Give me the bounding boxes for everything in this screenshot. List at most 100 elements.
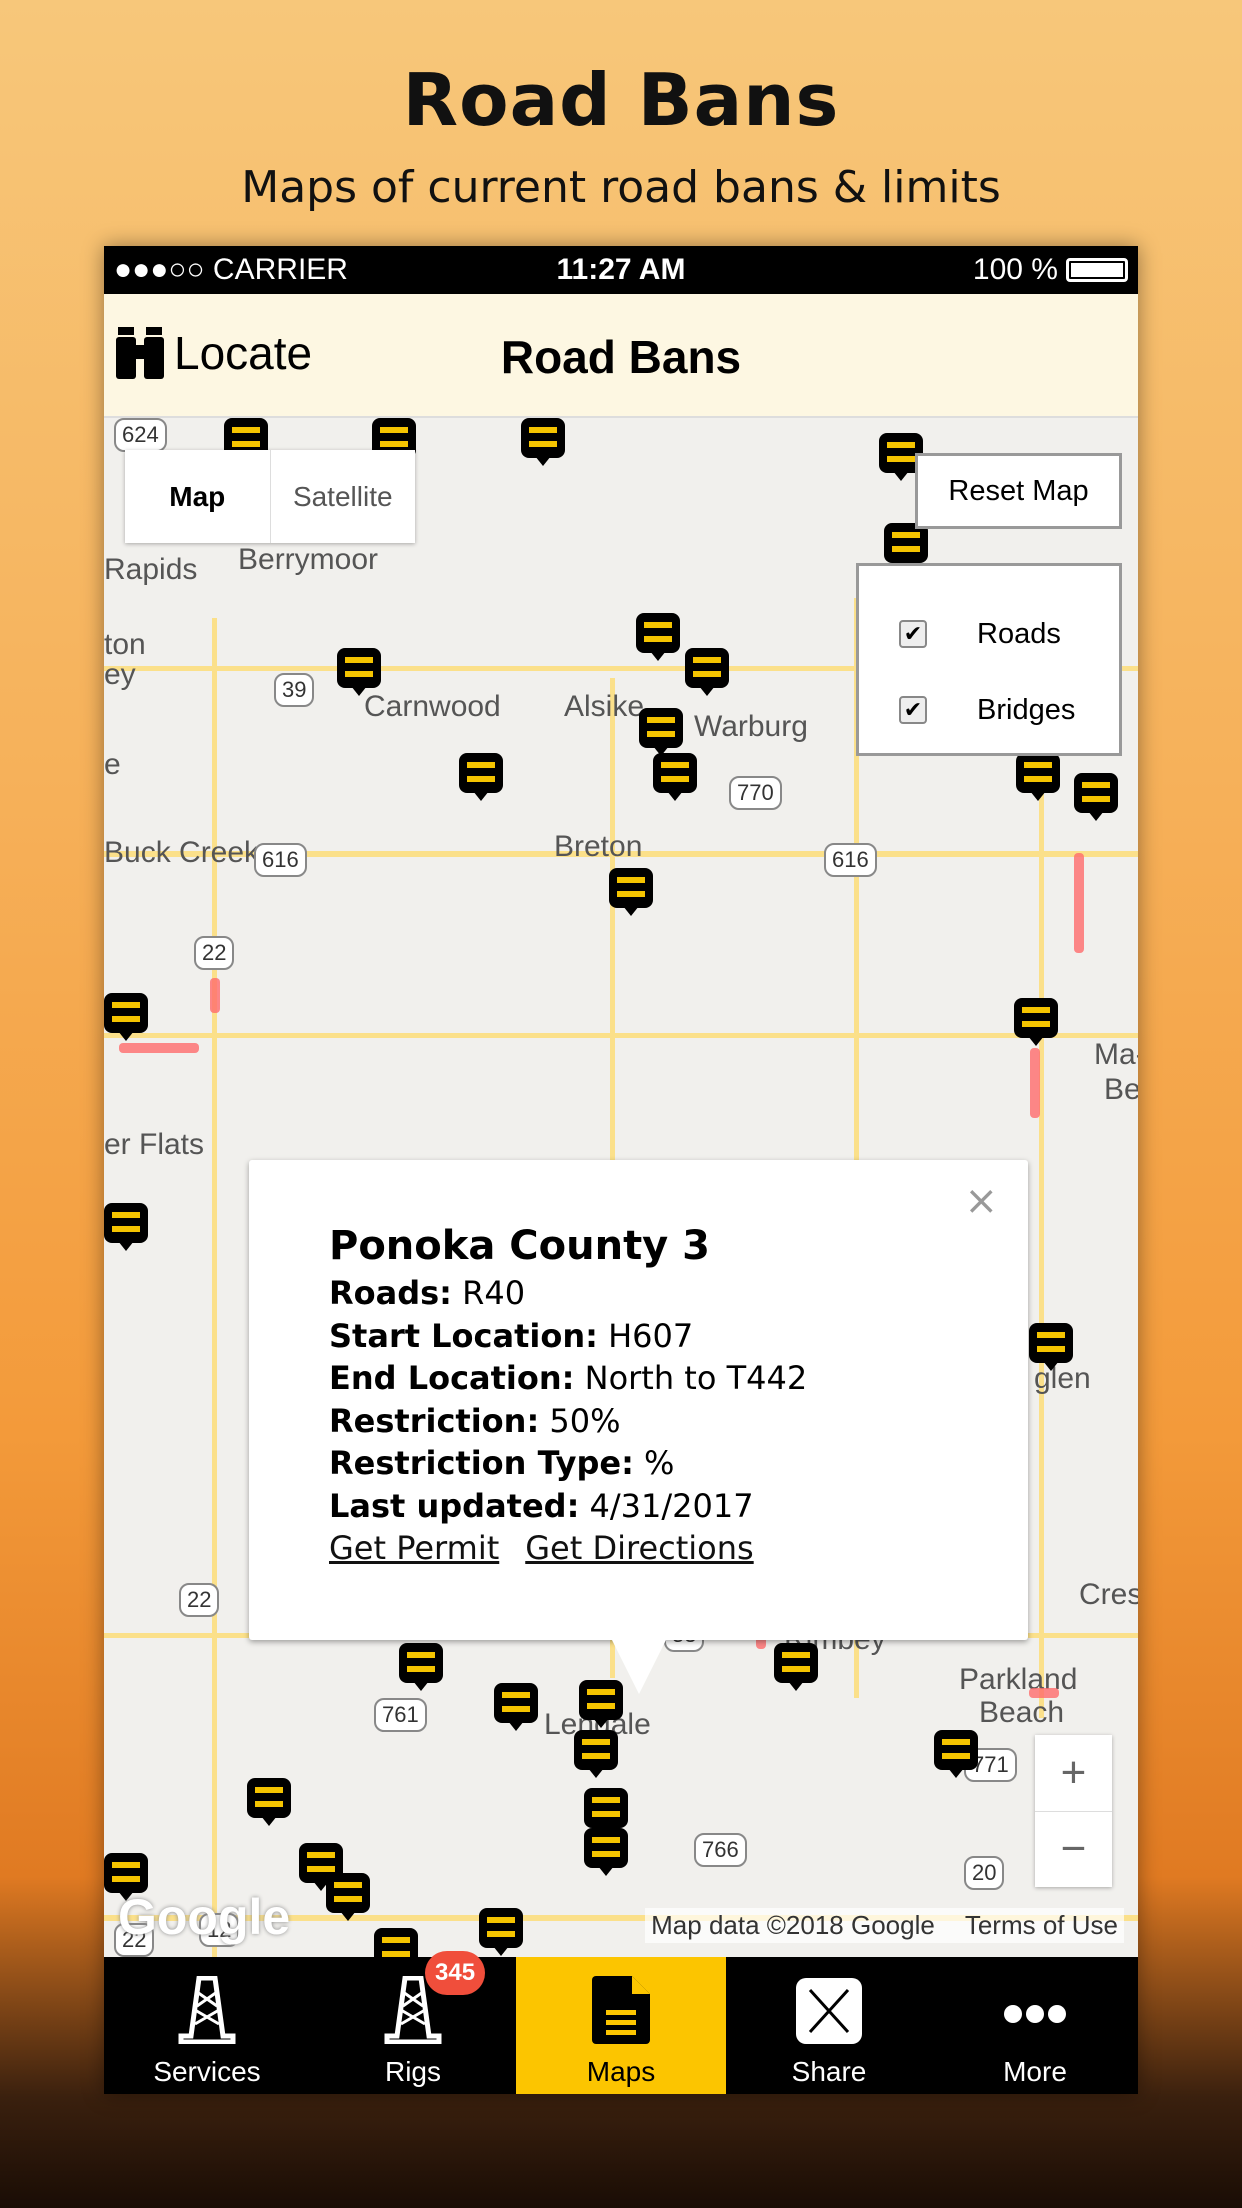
map-place-label: Parkland (959, 1663, 1078, 1696)
map-place-label: Rapids (104, 553, 198, 586)
hero-title: Road Bans (402, 58, 840, 142)
get-permit-link[interactable]: Get Permit (329, 1529, 499, 1567)
tab-bar: Services 345 Rigs Maps Share More (104, 1951, 1138, 2094)
oil-rig-icon (178, 1976, 236, 2044)
road-ban-marker[interactable] (639, 708, 683, 756)
checkbox-bridges[interactable]: ✔ (899, 696, 927, 724)
google-logo: Google (118, 1889, 291, 1945)
share-icon (796, 1978, 862, 2044)
highway-shield: 39 (274, 673, 315, 707)
road-ban-marker[interactable] (934, 1730, 978, 1778)
map-place-label: ton (104, 628, 146, 661)
road-ban-marker[interactable] (399, 1643, 443, 1691)
status-bar: ●●●○○ CARRIER 11:27 AM 100 % (104, 246, 1138, 294)
road-ban-marker[interactable] (521, 418, 565, 466)
map-place-label: Berrymoor (238, 543, 379, 576)
map-place-label: Ma-M (1094, 1038, 1138, 1071)
highway-shield: 624 (114, 418, 167, 452)
road-ban-marker[interactable] (104, 1853, 148, 1901)
map-place-label: Warburg (694, 710, 808, 743)
get-directions-link[interactable]: Get Directions (525, 1529, 753, 1567)
road-ban-marker[interactable] (884, 523, 928, 571)
highway-shield: 761 (374, 1698, 427, 1732)
road-ban-marker[interactable] (104, 1203, 148, 1251)
popup-field: Restriction Type: % (329, 1444, 675, 1482)
map-place-label: Cres (1079, 1578, 1138, 1611)
hero-subtitle: Maps of current road bans & limits (241, 162, 1001, 213)
tab-share[interactable]: Share (726, 1957, 932, 2094)
map-place-label: Buck Creek (104, 836, 260, 869)
rigs-badge: 345 (425, 1951, 486, 1995)
road-ban-marker[interactable] (479, 1908, 523, 1956)
road-ban-marker[interactable] (653, 753, 697, 801)
layer-filter-panel: ✔ Roads ✔ Bridges (856, 563, 1122, 756)
highway-shield: 616 (254, 843, 307, 877)
road-ban-marker[interactable] (584, 1788, 628, 1836)
checkbox-roads[interactable]: ✔ (899, 620, 927, 648)
highway-shield: 20 (964, 1856, 1005, 1890)
map-place-label: er Flats (104, 1128, 205, 1161)
map-place-label: Carnwood (364, 690, 501, 723)
road-ban-marker[interactable] (337, 648, 381, 696)
road-ban-marker[interactable] (247, 1778, 291, 1826)
map-place-label: Breton (554, 830, 643, 863)
road-ban-marker[interactable] (1014, 998, 1058, 1046)
map-type-map[interactable]: Map (125, 450, 271, 543)
phone-screen: ●●●○○ CARRIER 11:27 AM 100 % Locate Road… (104, 246, 1138, 2094)
road-ban-marker[interactable] (1016, 753, 1060, 801)
map-type-satellite[interactable]: Satellite (271, 450, 416, 543)
map-place-label: Beach (979, 1696, 1065, 1729)
highway-shield: 766 (694, 1833, 747, 1867)
close-icon[interactable]: × (964, 1180, 998, 1223)
map-place-label: Alsike (564, 690, 645, 723)
road-ban-marker[interactable] (459, 753, 503, 801)
roads-label: Roads (977, 617, 1061, 650)
tab-maps[interactable]: Maps (516, 1957, 726, 2094)
highway-shield: 22 (194, 936, 235, 970)
zoom-control: + − (1035, 1735, 1112, 1887)
map-view[interactable]: Rapids Berrymoor ton ey Carnwood Alsike Warbur… (104, 418, 1138, 1957)
map-place-label: e (104, 748, 121, 781)
road-ban-marker[interactable] (374, 1928, 418, 1957)
popup-field: Restriction: 50% (329, 1401, 621, 1440)
road-ban-marker[interactable] (1074, 773, 1118, 821)
map-place-label: Bea (1104, 1073, 1138, 1106)
tab-rigs[interactable]: 345 Rigs (310, 1951, 516, 2094)
popup-field: Last updated: 4/31/2017 (329, 1486, 754, 1525)
road-ban-marker[interactable] (574, 1730, 618, 1778)
popup-title: Ponoka County 3 (329, 1223, 711, 1269)
road-ban-marker[interactable] (609, 868, 653, 916)
map-attribution: Map data ©2018 Google Terms of Use (645, 1908, 1124, 1943)
info-window: × Ponoka County 3 Roads: R40 Start Locat… (249, 1160, 1028, 1694)
road-ban-marker[interactable] (636, 613, 680, 661)
map-place-label: ey (104, 658, 136, 691)
bridges-toggle[interactable]: ✔ Bridges (899, 672, 1119, 748)
highway-shield: 22 (179, 1583, 220, 1617)
page-title: Road Bans (500, 331, 742, 383)
nav-bar: Locate Road Bans (104, 294, 1138, 418)
road-ban-marker[interactable] (494, 1683, 538, 1731)
road-ban-marker[interactable] (584, 1828, 628, 1876)
zoom-in-button[interactable]: + (1035, 1735, 1112, 1812)
popup-field: Roads: R40 (329, 1274, 526, 1312)
tab-more[interactable]: More (932, 1957, 1138, 2094)
road-ban-marker[interactable] (326, 1873, 370, 1921)
popup-field: End Location: North to T442 (329, 1359, 808, 1397)
bridges-label: Bridges (977, 693, 1076, 726)
more-icon (1004, 2005, 1066, 2023)
document-icon (592, 1976, 650, 2044)
terms-link[interactable]: Terms of Use (965, 1910, 1118, 1940)
map-type-control: Map Satellite (125, 450, 415, 543)
tab-services[interactable]: Services (104, 1957, 310, 2094)
road-ban-marker[interactable] (104, 993, 148, 1041)
road-ban-marker[interactable] (1029, 1323, 1073, 1371)
road-ban-marker[interactable] (685, 648, 729, 696)
reset-map-button[interactable]: Reset Map (915, 453, 1122, 529)
highway-shield: 770 (729, 776, 782, 810)
road-ban-marker[interactable] (774, 1643, 818, 1691)
clock: 11:27 AM (556, 253, 686, 286)
popup-field: Start Location: H607 (329, 1316, 694, 1355)
highway-shield: 616 (824, 843, 877, 877)
zoom-out-button[interactable]: − (1035, 1812, 1112, 1888)
roads-toggle[interactable]: ✔ Roads (899, 596, 1119, 672)
